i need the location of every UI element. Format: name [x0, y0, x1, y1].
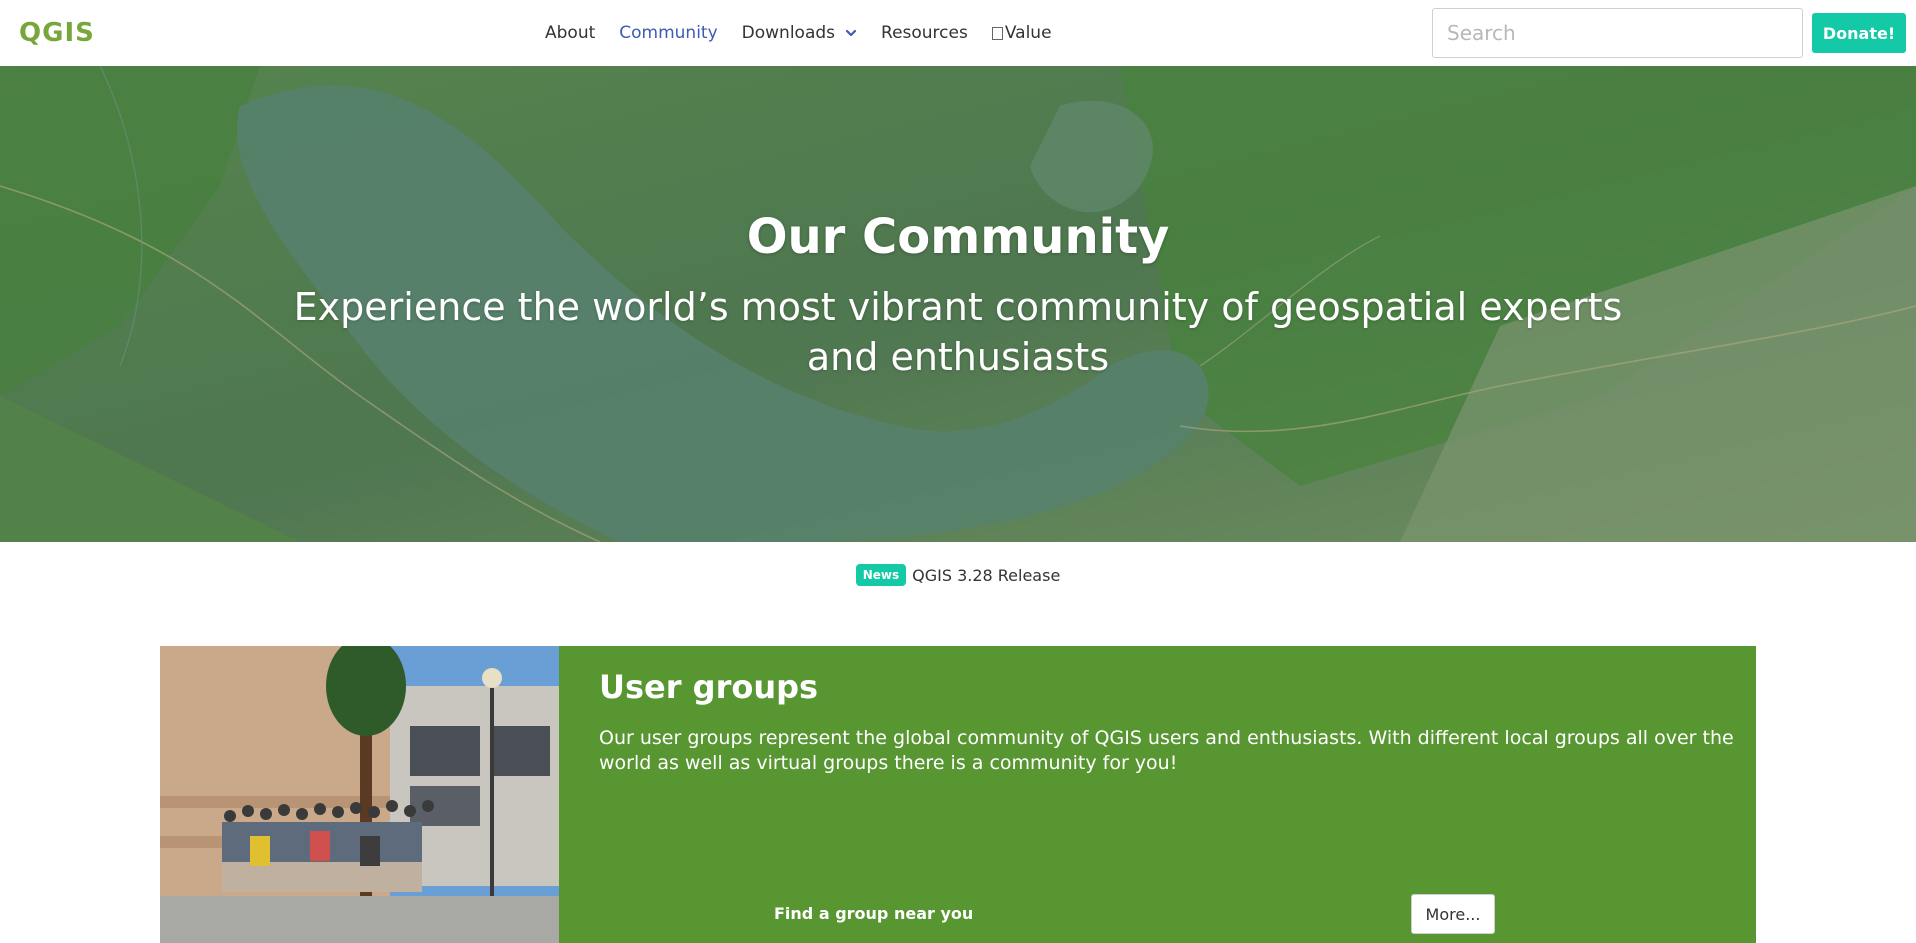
- broken-image-icon: [991, 26, 1003, 40]
- find-group-label: Find a group near you: [774, 904, 974, 923]
- group-photo-illustration: [160, 646, 559, 943]
- top-navbar: QGIS About Community Downloads Resources…: [0, 0, 1916, 66]
- chevron-down-icon: [845, 29, 857, 37]
- hero-banner: Our Community Experience the world’s mos…: [0, 66, 1916, 542]
- nav-item-resources[interactable]: Resources: [881, 23, 968, 43]
- logo-text[interactable]: QGIS: [19, 18, 95, 48]
- user-groups-description: Our user groups represent the global com…: [599, 727, 1734, 774]
- nav-item-value[interactable]: Value: [991, 23, 1052, 43]
- news-badge: News: [855, 564, 907, 586]
- nav-item-community[interactable]: Community: [619, 23, 717, 43]
- donate-button[interactable]: Donate!: [1812, 13, 1906, 53]
- news-link[interactable]: QGIS 3.28 Release: [912, 566, 1060, 585]
- user-groups-card: User groups Our user groups represent th…: [160, 646, 1756, 943]
- main-nav: About Community Downloads Resources Valu…: [545, 0, 1052, 66]
- news-bar: News QGIS 3.28 Release: [0, 560, 1916, 590]
- nav-item-value-label: Value: [1004, 23, 1052, 43]
- nav-item-about[interactable]: About: [545, 23, 595, 43]
- search-input[interactable]: [1432, 8, 1803, 58]
- hero-subtitle: Experience the world’s most vibrant comm…: [293, 285, 1623, 379]
- user-groups-title: User groups: [599, 668, 819, 706]
- more-button[interactable]: More...: [1411, 894, 1495, 934]
- nav-item-downloads-label: Downloads: [741, 23, 836, 43]
- nav-item-downloads[interactable]: Downloads: [742, 23, 857, 43]
- hero-title: Our Community: [746, 209, 1170, 265]
- qgis-logo[interactable]: QGIS: [19, 18, 95, 48]
- user-groups-photo: [160, 646, 559, 943]
